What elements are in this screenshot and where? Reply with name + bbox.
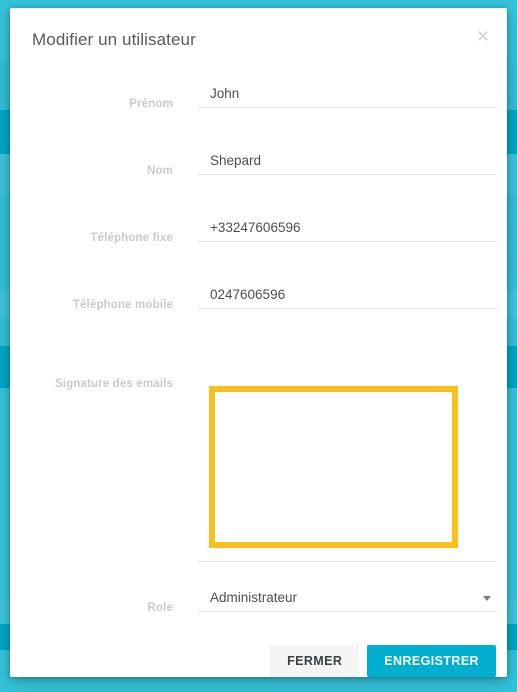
chevron-down-icon[interactable]: [483, 596, 491, 601]
field-value: Shepard: [210, 153, 262, 168]
modal-footer: FERMER ENREGISTRER: [270, 645, 496, 677]
signature-highlight-box[interactable]: [209, 386, 458, 548]
telephone-mobile-input[interactable]: 0247606596: [198, 287, 497, 309]
field-label: Nom: [146, 165, 173, 177]
nom-input[interactable]: Shepard: [198, 153, 497, 175]
field-value: John: [210, 86, 240, 101]
field-value: 0247606596: [210, 287, 286, 302]
field-label: Téléphone mobile: [72, 299, 173, 311]
field-label: Téléphone fixe: [90, 232, 173, 244]
close-icon[interactable]: ✕: [472, 26, 494, 48]
prenom-input[interactable]: John: [198, 86, 497, 108]
field-label: Role: [147, 602, 173, 614]
field-label: Prénom: [129, 98, 173, 110]
field-value: Administrateur: [210, 590, 298, 605]
cancel-button[interactable]: FERMER: [270, 645, 360, 677]
save-button[interactable]: ENREGISTRER: [367, 645, 496, 677]
field-label: Signature des emails: [54, 378, 173, 390]
page-title: Modifier un utilisateur: [32, 30, 196, 49]
signature-editor[interactable]: [198, 354, 497, 562]
telephone-fixe-input[interactable]: +33247606596: [198, 220, 497, 242]
role-select[interactable]: Administrateur: [198, 590, 497, 612]
edit-user-modal: Modifier un utilisateur ✕ Prénom John No…: [10, 8, 507, 677]
field-value: +33247606596: [210, 220, 301, 235]
